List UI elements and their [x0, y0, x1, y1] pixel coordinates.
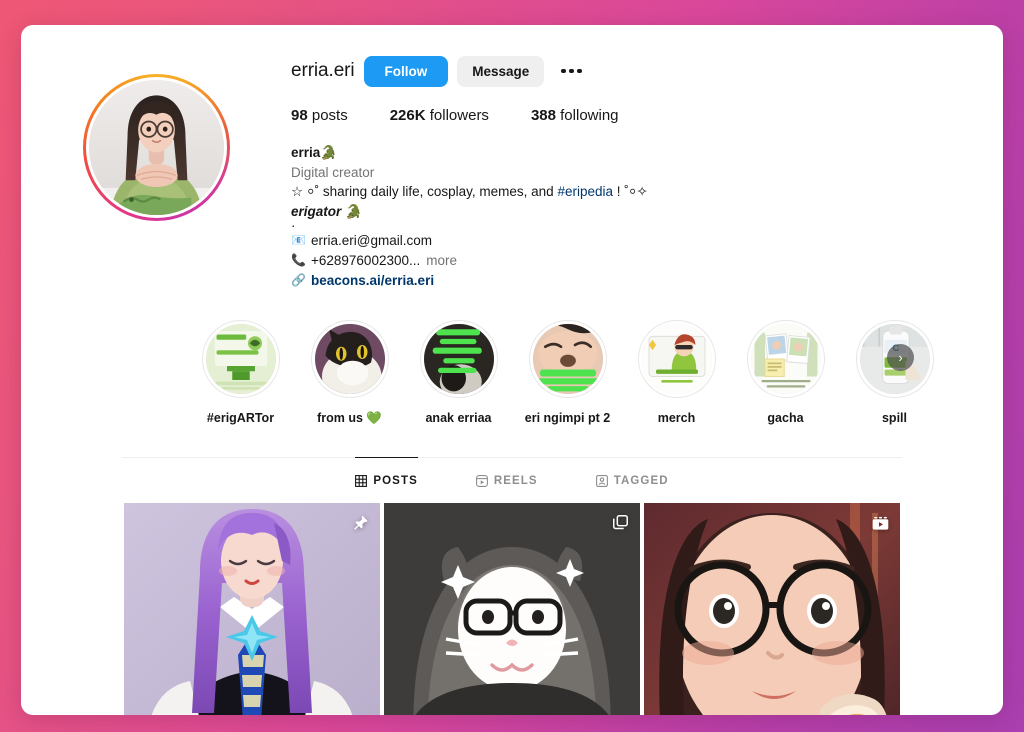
highlight-ring [310, 320, 389, 398]
highlight-thumbnail [205, 324, 276, 394]
highlights-next-arrow-icon[interactable]: › [887, 344, 914, 371]
message-button[interactable]: Message [457, 55, 545, 87]
highlight-thumbnail [532, 324, 603, 394]
tab-reels-label: REELS [493, 475, 538, 487]
reels-icon [872, 514, 889, 531]
contact-email-row: 📧 erria.eri@gmail.com [291, 231, 1003, 250]
contact-phone-text: +628976002300... [311, 253, 421, 268]
highlight-from-us[interactable]: from us 💚 [295, 320, 404, 426]
bio-display-name-emoji-icon: 🐊 [320, 145, 338, 160]
bio-description-suffix: ! ˚⸰✧ [612, 184, 648, 199]
highlight-label: spill [881, 411, 907, 425]
contact-email-text: erria.eri@gmail.com [311, 233, 432, 248]
highlight-label: from us 💚 [317, 411, 382, 425]
stat-followers-label: followers [429, 107, 489, 124]
username-row: erria.eri Follow Message [291, 55, 1003, 87]
highlight-spill[interactable]: C spill [840, 320, 949, 426]
stat-following[interactable]: 388 following [531, 107, 619, 124]
tab-posts[interactable]: POSTS [355, 457, 418, 503]
avatar-column [21, 47, 291, 290]
bio-handle: erigator [291, 203, 342, 219]
profile-info-column: erria.eri Follow Message 98 posts 226K f… [291, 47, 1003, 290]
highlight-thumbnail [423, 324, 494, 394]
highlight-ring [746, 320, 825, 398]
highlight-thumbnail [750, 324, 821, 394]
stat-followers-value: 226K [389, 107, 426, 124]
highlight-thumbnail [314, 324, 385, 394]
highlight-gacha[interactable]: gacha [731, 320, 840, 426]
stat-posts-value: 98 [291, 107, 308, 124]
stat-followers[interactable]: 226K followers [390, 107, 489, 124]
website-link[interactable]: beacons.ai/erria.eri [311, 271, 434, 290]
highlight-label: merch [657, 411, 696, 425]
username: erria.eri [291, 60, 355, 81]
link-icon: 🔗 [291, 273, 306, 287]
stat-following-label: following [560, 107, 619, 124]
bio-display-name-row: erria🐊 [291, 143, 1003, 163]
post-thumbnail-1[interactable] [124, 503, 380, 715]
bio-handle-emoji-icon: 🐊 [345, 203, 362, 219]
stat-posts[interactable]: 98 posts [291, 107, 348, 124]
bio-spacer: · [291, 218, 296, 233]
highlight-erigartor[interactable]: #erigARTor [186, 320, 295, 426]
profile-card: erria.eri Follow Message 98 posts 226K f… [21, 25, 1003, 715]
reels-icon [475, 475, 488, 487]
bio-more-button[interactable]: more [426, 251, 457, 270]
tagged-icon [595, 475, 608, 487]
bio-description: ☆ ⸰˚ sharing daily life, cosplay, memes,… [291, 182, 1003, 202]
follow-button[interactable]: Follow [363, 55, 449, 87]
highlight-label: gacha [767, 411, 804, 425]
website-row: 🔗 beacons.ai/erria.eri [291, 271, 1003, 290]
stat-posts-label: posts [311, 107, 348, 124]
post-thumbnail-3[interactable] [644, 503, 900, 715]
bio-display-name: erria [291, 145, 321, 160]
profile-card-content: erria.eri Follow Message 98 posts 226K f… [21, 25, 1003, 715]
tab-reels[interactable]: REELS [475, 457, 538, 503]
pinned-icon [352, 514, 369, 531]
tab-tagged-label: TAGGED [613, 475, 669, 487]
profile-tabs: POSTS REELS TAGGED [21, 457, 1003, 503]
contact-phone-row: 📞 +628976002300... more [291, 251, 1003, 270]
stat-following-value: 388 [530, 107, 556, 124]
bio-section: erria🐊 Digital creator ☆ ⸰˚ sharing dail… [291, 143, 1003, 290]
bio-category: Digital creator [291, 164, 375, 180]
highlight-eri-ngimpi-pt-2[interactable]: eri ngimpi pt 2 [513, 320, 622, 426]
post-thumbnail-2[interactable] [384, 503, 640, 715]
avatar-ring-gap [85, 77, 227, 218]
post-grid [21, 503, 1003, 715]
phone-icon: 📞 [291, 253, 306, 267]
more-options-icon[interactable] [559, 63, 584, 80]
highlight-ring [419, 320, 498, 398]
bio-hashtag-link[interactable]: #eripedia [557, 184, 613, 199]
profile-header: erria.eri Follow Message 98 posts 226K f… [21, 25, 1003, 290]
tab-tagged[interactable]: TAGGED [595, 457, 669, 503]
avatar[interactable] [88, 80, 224, 215]
tab-posts-label: POSTS [373, 475, 418, 487]
carousel-icon [612, 514, 629, 531]
highlight-anak-erriaa[interactable]: anak erriaa [404, 320, 513, 426]
story-highlights-row: #erigARTor from us 💚 anak erriaa eri ngi… [21, 290, 1003, 426]
email-icon: 📧 [291, 233, 306, 247]
highlight-ring [528, 320, 607, 398]
highlight-thumbnail [641, 324, 712, 394]
highlight-label: eri ngimpi pt 2 [524, 411, 611, 425]
bio-handle-row: erigator 🐊 [291, 202, 1003, 222]
highlight-ring [201, 320, 280, 398]
grid-icon [355, 475, 368, 487]
stats-row: 98 posts 226K followers 388 following [291, 107, 1003, 124]
highlight-label: #erigARTor [206, 411, 275, 425]
highlight-ring [637, 320, 716, 398]
highlight-label: anak erriaa [425, 411, 492, 425]
highlight-merch[interactable]: merch [622, 320, 731, 426]
avatar-story-ring[interactable] [82, 74, 230, 221]
bio-description-prefix: ☆ ⸰˚ sharing daily life, cosplay, memes,… [291, 184, 558, 199]
